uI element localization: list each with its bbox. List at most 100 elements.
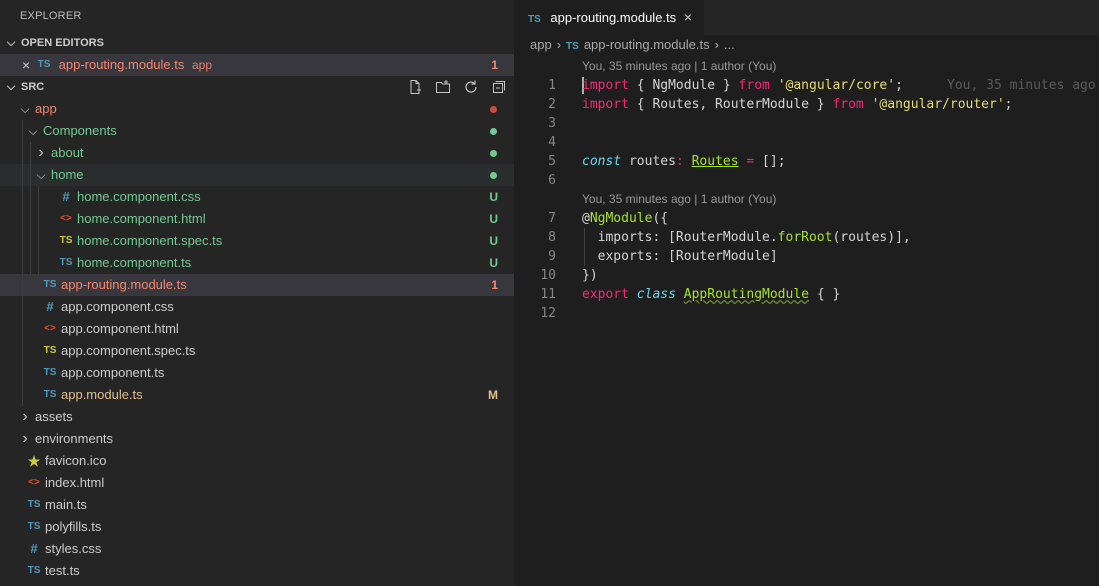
- tree-file-item[interactable]: ★ favicon.ico: [0, 450, 514, 472]
- src-label: SRC: [21, 81, 45, 93]
- code-token: '@angular/router': [871, 97, 1005, 112]
- line-content: }): [582, 266, 598, 285]
- line-number: 1: [548, 78, 556, 93]
- line-number: 7: [548, 211, 556, 226]
- breadcrumb-folder[interactable]: app: [530, 37, 552, 52]
- file-tree: ⌵ app ⌵ Components › about ⌵ home # home.componen…: [0, 98, 514, 582]
- codelens-blame[interactable]: You, 35 minutes ago | 1 author (You): [514, 190, 1099, 209]
- tree-file-item[interactable]: # app.component.css: [0, 296, 514, 318]
- tree-item-label: app.component.ts: [61, 365, 165, 380]
- file-type-icon: ★: [27, 453, 41, 469]
- line-content: const routes: Routes = [];: [582, 152, 786, 171]
- indent-guide: [22, 296, 23, 318]
- breadcrumb-ellipsis[interactable]: ...: [724, 37, 735, 52]
- line-content: import { Routes, RouterModule } from '@a…: [582, 95, 1013, 114]
- tree-file-item[interactable]: <> home.component.html U: [0, 208, 514, 230]
- indent-guide: [22, 274, 23, 296]
- code-token: import: [582, 97, 629, 112]
- close-icon[interactable]: ×: [22, 54, 30, 76]
- tree-file-item[interactable]: # styles.css: [0, 538, 514, 560]
- git-status-badge: U: [489, 256, 498, 270]
- tree-file-item[interactable]: # home.component.css U: [0, 186, 514, 208]
- breadcrumb-file[interactable]: app-routing.module.ts: [584, 37, 710, 52]
- chevron-right-icon: ›: [556, 37, 562, 52]
- indent-guide: [38, 252, 39, 274]
- file-type-icon: TS: [59, 257, 73, 268]
- tree-item-label: app.component.css: [61, 299, 174, 314]
- explorer-title: EXPLORER: [20, 10, 82, 22]
- tree-file-item[interactable]: TS home.component.spec.ts U: [0, 230, 514, 252]
- code-token: ({: [652, 211, 669, 226]
- codelens-blame[interactable]: You, 35 minutes ago | 1 author (You): [514, 57, 1099, 76]
- code-line: 9 exports: [RouterModule]: [514, 247, 1099, 266]
- code-token: :: [675, 154, 684, 169]
- indent-guide: [22, 230, 23, 252]
- tree-file-item[interactable]: TS app-routing.module.ts 1: [0, 274, 514, 296]
- file-type-icon: TS: [27, 521, 41, 532]
- code-line: 3: [514, 114, 1099, 133]
- collapse-all-icon[interactable]: [490, 78, 508, 96]
- line-number: 12: [540, 306, 556, 321]
- tree-folder-item[interactable]: ⌵ home: [0, 164, 514, 186]
- refresh-icon[interactable]: [462, 78, 480, 96]
- code-token: ;: [1004, 97, 1013, 112]
- tab-bar: TS app-routing.module.ts ×: [514, 0, 1099, 35]
- code-editor[interactable]: You, 35 minutes ago | 1 author (You) 1 imp…: [514, 57, 1099, 323]
- indent-guide: [22, 362, 23, 384]
- tree-folder-item[interactable]: ⌵ Components: [0, 120, 514, 142]
- code-line: 1 import { NgModule } from '@angular/core…: [514, 76, 1099, 95]
- tree-item-label: app.component.spec.ts: [61, 343, 196, 358]
- indent-guide: [22, 142, 23, 164]
- git-status-badge: U: [489, 234, 498, 248]
- tree-file-item[interactable]: <> app.component.html: [0, 318, 514, 340]
- file-type-icon: TS: [43, 345, 57, 356]
- tree-file-item[interactable]: TS main.ts: [0, 494, 514, 516]
- tree-item-label: app: [35, 101, 57, 116]
- tree-item-label: home.component.css: [77, 189, 201, 204]
- tree-file-item[interactable]: TS app.module.ts M: [0, 384, 514, 406]
- line-number: 8: [548, 230, 556, 245]
- open-editor-filename: app-routing.module.ts: [58, 57, 185, 72]
- src-header[interactable]: ⌵ SRC: [0, 76, 514, 98]
- tree-file-item[interactable]: TS test.ts: [0, 560, 514, 582]
- inline-blame: You, 35 minutes ago: [947, 78, 1096, 93]
- open-editors-header[interactable]: ⌵ OPEN EDITORS: [0, 32, 514, 54]
- indent-guide: [22, 186, 23, 208]
- git-status-badge: U: [489, 190, 498, 204]
- tree-folder-item[interactable]: ⌵ app: [0, 98, 514, 120]
- indent-guide: [30, 252, 31, 274]
- code-token: routes: [621, 154, 676, 169]
- tree-file-item[interactable]: <> index.html: [0, 472, 514, 494]
- file-type-icon: TS: [43, 389, 57, 400]
- code-token: from: [738, 78, 770, 93]
- tree-item-label: assets: [35, 409, 73, 424]
- close-icon[interactable]: ×: [684, 0, 692, 35]
- tree-file-item[interactable]: TS polyfills.ts: [0, 516, 514, 538]
- new-file-icon[interactable]: [406, 78, 424, 96]
- new-folder-icon[interactable]: [434, 78, 452, 96]
- tab-app-routing-module[interactable]: TS app-routing.module.ts ×: [514, 0, 704, 35]
- tree-item-label: home: [51, 167, 84, 182]
- tree-folder-item[interactable]: › environments: [0, 428, 514, 450]
- code-line: 12: [514, 304, 1099, 323]
- tree-folder-item[interactable]: › about: [0, 142, 514, 164]
- tree-item-label: polyfills.ts: [45, 519, 102, 534]
- chevron-down-icon: ⌵: [20, 102, 30, 116]
- file-type-icon: #: [30, 541, 38, 556]
- tree-file-item[interactable]: TS home.component.ts U: [0, 252, 514, 274]
- line-number: 11: [540, 287, 556, 302]
- code-token: '@angular/core': [777, 78, 896, 93]
- chevron-down-icon: ⌵: [28, 124, 38, 138]
- file-type-icon: TS: [59, 235, 73, 246]
- tree-file-item[interactable]: TS app.component.ts: [0, 362, 514, 384]
- indent-guide: [30, 164, 31, 186]
- git-status-dot: [490, 106, 497, 113]
- file-type-icon: <>: [44, 323, 56, 334]
- code-token: AppRoutingModule: [683, 287, 809, 302]
- open-editor-item[interactable]: × TS app-routing.module.ts app 1: [0, 54, 514, 76]
- file-type-icon: <>: [28, 477, 40, 488]
- indent-guide: [38, 208, 39, 230]
- tree-folder-item[interactable]: › assets: [0, 406, 514, 428]
- tree-file-item[interactable]: TS app.component.spec.ts: [0, 340, 514, 362]
